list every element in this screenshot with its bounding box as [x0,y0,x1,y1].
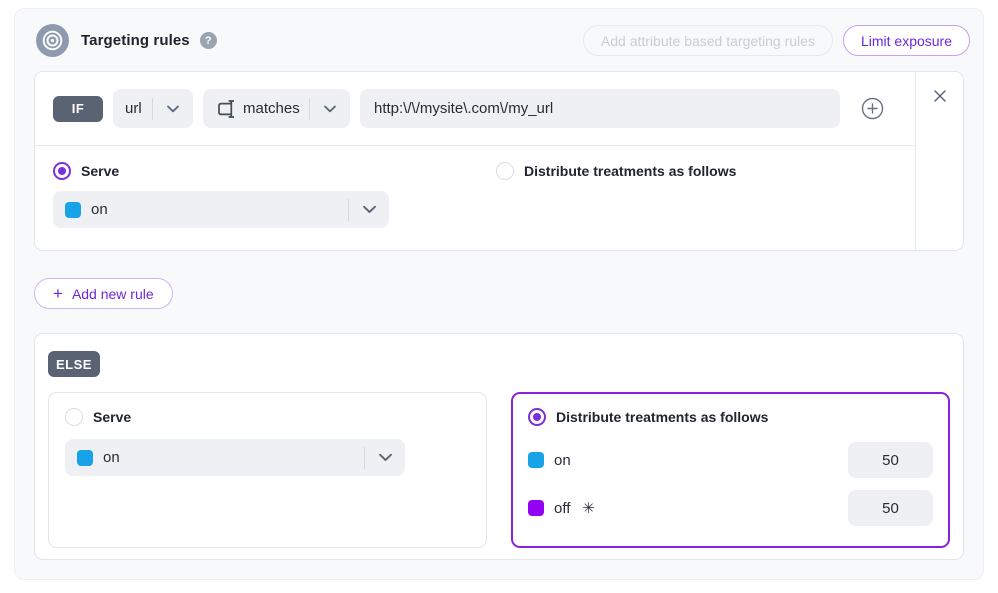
treatment-color-swatch [528,452,544,468]
help-icon[interactable]: ? [200,32,217,49]
targeting-rule-card: IF url matches [34,71,964,251]
matcher-select-value: matches [243,100,300,117]
radio-selected-icon [53,162,71,180]
treatment-percent-input[interactable] [848,442,933,478]
limit-exposure-button[interactable]: Limit exposure [843,25,970,56]
attribute-select[interactable]: url [113,89,193,128]
treatment-row: off ✳ [528,490,933,526]
add-new-rule-button[interactable]: + Add new rule [34,278,173,309]
radio-unselected-icon [65,408,83,426]
panel-header: Targeting rules ? Add attribute based ta… [15,9,983,71]
serve-treatment-select[interactable]: on [53,191,389,228]
default-rule-card: ELSE Serve on Dis [34,333,964,560]
serve-label: Serve [81,163,119,179]
serve-column: Serve on [53,162,496,250]
chevron-down-icon [310,105,350,113]
header-actions: Add attribute based targeting rules Limi… [583,25,970,56]
rule-main: IF url matches [35,72,915,250]
serve-treatment-value: on [91,201,108,218]
target-bullseye-icon [36,24,69,57]
serve-radio[interactable]: Serve [53,162,496,180]
treatment-row: on [528,442,933,478]
matcher-select[interactable]: matches [203,89,350,128]
radio-unselected-icon [496,162,514,180]
treatment-color-swatch [65,202,81,218]
treatment-distribution-rows: on off ✳ [528,442,933,526]
treatment-color-swatch [528,500,544,516]
header-left: Targeting rules ? [36,24,217,57]
chevron-down-icon [349,205,389,214]
radio-selected-icon [528,408,546,426]
default-serve-radio[interactable]: Serve [65,408,470,426]
string-matcher-icon [215,100,236,118]
delete-rule-button[interactable] [929,89,951,111]
default-distribute-label: Distribute treatments as follows [556,409,768,425]
treatment-color-swatch [77,450,93,466]
distribute-radio[interactable]: Distribute treatments as follows [496,162,897,180]
default-serve-box: Serve on [48,392,487,548]
default-serve-treatment-select[interactable]: on [65,439,405,476]
serve-section: Serve on Distribute treatments as [35,145,915,250]
attribute-select-value: url [125,100,142,117]
treatment-name: on [554,452,571,469]
targeting-rules-panel: Targeting rules ? Add attribute based ta… [14,8,984,580]
distribute-column: Distribute treatments as follows [496,162,897,250]
chevron-down-icon [365,453,405,462]
rule-side-column [915,72,963,250]
page-title: Targeting rules [81,32,190,49]
treatment-percent-input[interactable] [848,490,933,526]
add-attribute-rules-button[interactable]: Add attribute based targeting rules [583,25,833,56]
plus-icon: + [53,285,63,302]
default-treatment-asterisk-icon: ✳ [582,499,595,517]
default-distribute-box: Distribute treatments as follows on off … [511,392,950,548]
if-badge: IF [53,96,103,122]
default-serve-treatment-value: on [103,449,120,466]
matcher-value-input[interactable] [360,89,840,128]
chevron-down-icon [153,105,193,113]
add-condition-button[interactable] [861,97,884,120]
distribute-label: Distribute treatments as follows [524,163,736,179]
condition-row: IF url matches [35,72,915,145]
default-rule-options: Serve on Distribute treatments as follow… [48,392,950,548]
else-badge: ELSE [48,351,100,377]
default-distribute-radio[interactable]: Distribute treatments as follows [528,408,933,426]
treatment-name: off [554,500,570,517]
add-new-rule-label: Add new rule [72,286,154,302]
default-serve-label: Serve [93,409,131,425]
